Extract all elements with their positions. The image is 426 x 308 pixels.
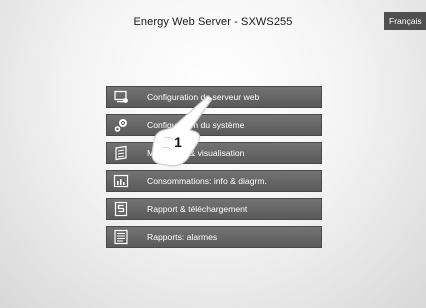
menu-item-consumption[interactable]: Consommations: info & diagrm. — [106, 170, 322, 192]
system-config-icon — [114, 119, 127, 132]
monitoring-icon — [115, 145, 127, 161]
menu-item-label: Consommations: info & diagrm. — [147, 176, 267, 186]
menu-item-label: Monitoring & visualisation — [147, 148, 245, 158]
menu-item-server-config[interactable]: Configuration du serveur web — [106, 86, 322, 108]
menu-item-monitoring[interactable]: Monitoring & visualisation — [106, 142, 322, 164]
menu-item-system-config[interactable]: Configuration du système — [106, 114, 322, 136]
main-menu: Configuration du serveur web Configurati… — [106, 86, 322, 254]
menu-item-report-download[interactable]: Rapport & téléchargement — [106, 198, 322, 220]
app-title: Energy Web Server - SXWS255 — [133, 16, 293, 28]
language-button[interactable]: Français — [384, 12, 426, 30]
menu-item-alarm-reports[interactable]: Rapports: alarmes — [106, 226, 322, 248]
app-screen: Energy Web Server - SXWS255 Français Con… — [0, 0, 426, 308]
menu-item-label: Rapport & téléchargement — [147, 204, 248, 214]
menu-item-label: Configuration du système — [147, 120, 245, 130]
menu-item-label: Rapports: alarmes — [147, 232, 218, 242]
report-download-icon — [114, 201, 128, 217]
step-number-badge: 1 — [174, 134, 182, 150]
server-config-icon — [114, 90, 128, 103]
menu-item-label: Configuration du serveur web — [147, 92, 260, 102]
bar-chart-icon — [113, 174, 129, 188]
alarm-report-icon — [114, 229, 128, 245]
